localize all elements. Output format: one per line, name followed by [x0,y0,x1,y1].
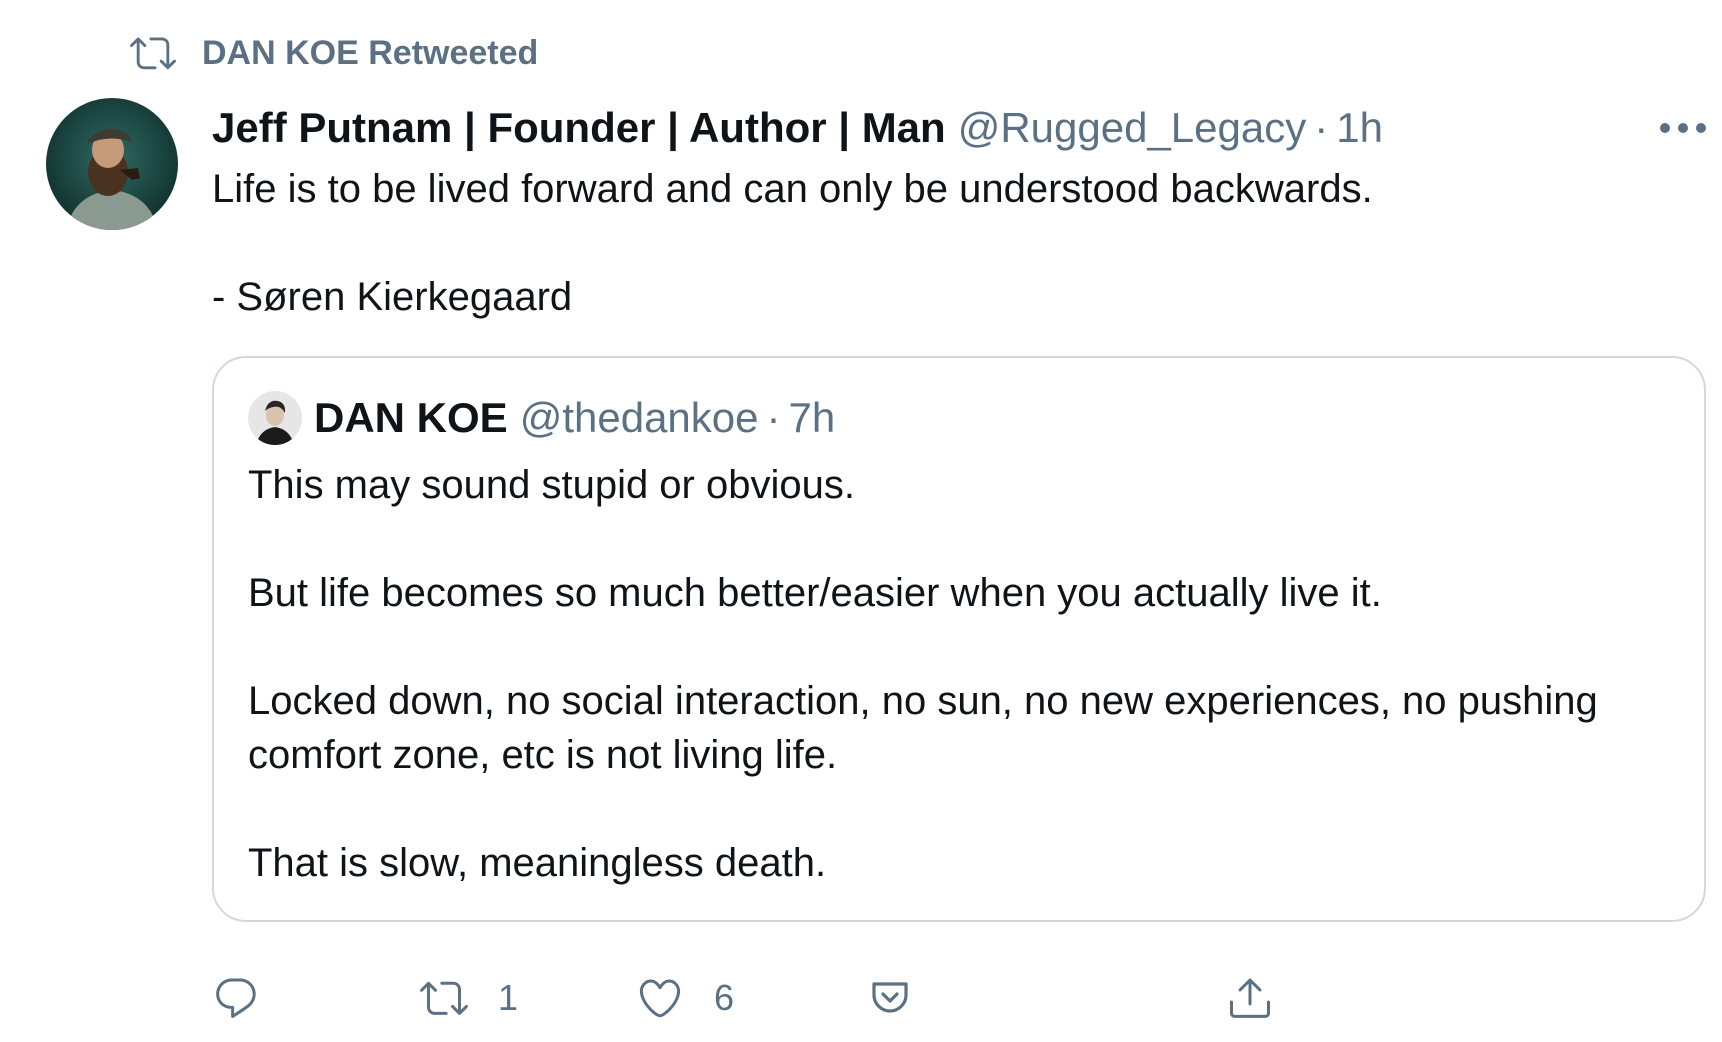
separator-dot: · [1314,104,1329,151]
retweet-button[interactable]: 1 [420,968,518,1028]
tweet-header: Jeff Putnam | Founder | Author | Man @Ru… [212,98,1383,158]
quoted-tweet[interactable]: DAN KOE @thedankoe · 7h This may sound s… [212,356,1706,922]
quoted-paragraph: Locked down, no social interaction, no s… [248,679,1598,777]
quoted-timestamp: 7h [788,394,836,441]
quoted-tweet-header: DAN KOE @thedankoe · 7h [248,388,835,448]
reply-icon [212,974,260,1022]
author-display-name[interactable]: Jeff Putnam | Founder | Author | Man [212,104,946,152]
quoted-avatar [248,391,302,445]
more-dot [1660,123,1670,133]
quoted-display-name: DAN KOE [314,394,508,441]
retweet-context[interactable]: DAN KOE Retweeted [130,28,538,78]
reply-button[interactable] [212,968,260,1028]
separator-dot: · [766,394,781,441]
quoted-handle: @thedankoe [519,394,759,441]
like-count: 6 [714,977,735,1018]
tweet-text-line: Life is to be lived forward and can only… [212,167,1373,211]
avatar[interactable] [46,98,178,230]
more-dot [1678,123,1688,133]
tweet[interactable]: DAN KOE Retweeted Jeff Putnam | Founder … [0,0,1722,1042]
quoted-paragraph: But life becomes so much better/easier w… [248,571,1382,615]
quoted-paragraph: That is slow, meaningless death. [248,841,827,885]
heart-icon [636,974,684,1022]
pocket-icon [866,974,914,1022]
tweet-text-line: - Søren Kierkegaard [212,275,573,319]
retweet-icon [130,28,182,78]
tweet-timestamp[interactable]: 1h [1336,104,1383,152]
more-options-icon[interactable] [1660,108,1706,148]
quoted-paragraph: This may sound stupid or obvious. [248,463,855,507]
tweet-text: Life is to be lived forward and can only… [212,162,1672,324]
retweet-context-label: DAN KOE Retweeted [202,33,539,72]
share-button[interactable] [1226,968,1274,1028]
more-dot [1696,123,1706,133]
share-icon [1226,974,1274,1022]
pocket-button[interactable] [866,968,914,1028]
like-button[interactable]: 6 [636,968,734,1028]
retweet-count: 1 [498,977,519,1018]
tweet-actions: 1 6 [212,968,1312,1028]
retweet-icon [420,974,468,1022]
author-handle[interactable]: @Rugged_Legacy [958,104,1307,152]
quoted-tweet-text: This may sound stupid or obvious. But li… [248,458,1678,890]
